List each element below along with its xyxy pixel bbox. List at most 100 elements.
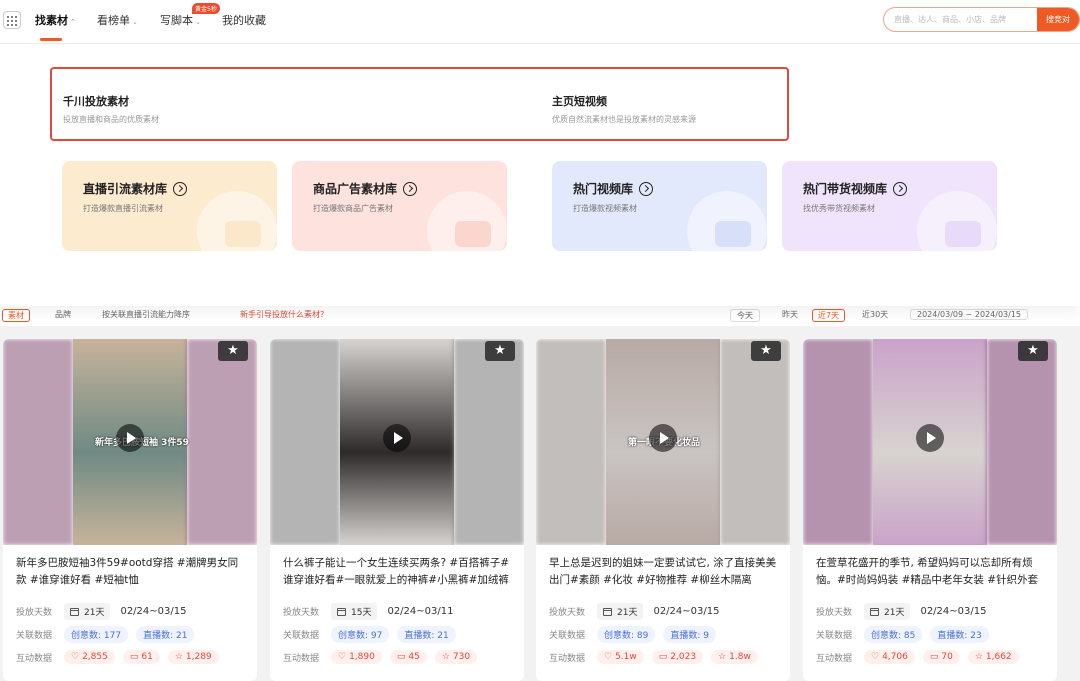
interact-row: 互动数据 ♡ 4,706 ▭ 70 ☆ 1,662 bbox=[816, 650, 1027, 664]
section-homepage-video[interactable]: 主页短视频 优质自然流素材也是投放素材的灵感来源 bbox=[552, 93, 696, 125]
favorite-star-icon[interactable]: ★ bbox=[218, 341, 248, 361]
related-label: 关联数据 bbox=[816, 631, 853, 641]
live-count[interactable]: 直播数: 21 bbox=[397, 626, 456, 643]
flame-icon bbox=[715, 221, 751, 247]
comments-count: ▭ 45 bbox=[389, 650, 427, 664]
comments-count: ▭ 70 bbox=[922, 650, 960, 664]
card-title[interactable]: 新年多巴胺短袖3件59#ootd穿搭 #潮牌男女同款 #谁穿谁好看 #短袖t恤 bbox=[16, 555, 248, 589]
favorites-count: ☆ 1,289 bbox=[167, 650, 219, 664]
video-camera-icon bbox=[225, 221, 261, 247]
comment-icon: ▭ bbox=[658, 652, 668, 662]
nav-write-script[interactable]: 写脚本 ⌄ bbox=[160, 12, 201, 28]
filter-last7[interactable]: 近7天 bbox=[812, 309, 846, 322]
library-title: 热门带货视频库 bbox=[803, 182, 888, 196]
days-value: 21天 bbox=[617, 608, 638, 618]
filter-last30[interactable]: 近30天 bbox=[862, 309, 888, 320]
days-label: 投放天数 bbox=[16, 608, 53, 618]
material-card[interactable]: ★ 在萱草花盛开的季节, 希望妈妈可以忘却所有烦恼。#时尚妈妈装 #精品中老年女… bbox=[803, 339, 1057, 681]
calendar-icon bbox=[337, 607, 346, 616]
comments-value: 70 bbox=[941, 652, 953, 662]
date-range[interactable]: 2024/03/09 ~ 2024/03/15 bbox=[910, 309, 1029, 320]
favs-value: 1,662 bbox=[985, 652, 1012, 662]
creative-count[interactable]: 创意数: 85 bbox=[864, 626, 923, 643]
likes-value: 4,706 bbox=[882, 652, 908, 662]
star-outline-icon: ☆ bbox=[718, 652, 727, 662]
nav-label: 找素材 bbox=[35, 14, 68, 27]
library-product-ads[interactable]: 商品广告素材库 打造爆款商品广告素材 bbox=[292, 161, 507, 251]
card-title[interactable]: 什么裤子能让一个女生连续买两条? #百搭裤子#谁穿谁好看#一眼就爱上的神裤#小黑… bbox=[283, 555, 515, 589]
favorite-star-icon[interactable]: ★ bbox=[1018, 341, 1048, 361]
play-icon[interactable] bbox=[916, 424, 944, 452]
favs-value: 1,289 bbox=[185, 652, 212, 662]
nav-find-material[interactable]: 找素材 ⌃ bbox=[35, 12, 76, 28]
thumbnail-shade bbox=[987, 339, 1057, 545]
guide-link[interactable]: 新手引导投放什么素材? bbox=[240, 309, 324, 320]
card-title[interactable]: 在萱草花盛开的季节, 希望妈妈可以忘却所有烦恼。#时尚妈妈装 #精品中老年女装 … bbox=[816, 555, 1048, 589]
section-qianchuan[interactable]: 千川投放素材 投放直播和商品的优质素材 bbox=[63, 93, 159, 125]
tab-material[interactable]: 素材 bbox=[2, 309, 30, 322]
library-live-traffic[interactable]: 直播引流素材库 打造爆款直播引流素材 bbox=[62, 161, 277, 251]
library-title: 直播引流素材库 bbox=[83, 182, 168, 196]
library-subtitle: 打造爆款视频素材 bbox=[573, 204, 637, 213]
likes-count: ♡ 1,890 bbox=[331, 650, 382, 664]
interact-row: 互动数据 ♡ 5.1w ▭ 2,023 ☆ 1.8w bbox=[549, 650, 766, 664]
date-range-value: 02/24~03/15 bbox=[120, 606, 187, 617]
nav-rankings[interactable]: 看榜单 ⌄ bbox=[97, 12, 138, 28]
days-badge: 15天 bbox=[331, 603, 378, 620]
days-badge: 21天 bbox=[864, 603, 911, 620]
favorite-star-icon[interactable]: ★ bbox=[751, 341, 781, 361]
creative-count[interactable]: 创意数: 97 bbox=[331, 626, 390, 643]
nav-active-indicator bbox=[40, 38, 62, 41]
card-title[interactable]: 早上总是迟到的姐妹一定要试试它, 涂了直接美美出门#素颜 #化妆 #好物推荐 #… bbox=[549, 555, 781, 589]
material-card[interactable]: ★ 什么裤子能让一个女生连续买两条? #百搭裤子#谁穿谁好看#一眼就爱上的神裤#… bbox=[270, 339, 524, 681]
favorite-star-icon[interactable]: ★ bbox=[485, 341, 515, 361]
creative-count[interactable]: 创意数: 177 bbox=[64, 626, 129, 643]
video-thumbnail[interactable]: ★ bbox=[270, 339, 524, 545]
play-icon[interactable] bbox=[649, 424, 677, 452]
material-card[interactable]: 新年多巴胺短袖 3件59 ★ 新年多巴胺短袖3件59#ootd穿搭 #潮牌男女同… bbox=[3, 339, 257, 681]
star-outline-icon: ☆ bbox=[441, 652, 450, 662]
comments-count: ▭ 2,023 bbox=[651, 650, 704, 664]
comments-count: ▭ 61 bbox=[122, 650, 160, 664]
comment-icon: ▭ bbox=[396, 652, 406, 662]
play-icon[interactable] bbox=[383, 424, 411, 452]
calendar-icon bbox=[70, 607, 79, 616]
search-competitor-button[interactable]: 搜竞对 bbox=[1037, 8, 1079, 31]
material-card[interactable]: 第一眼不要化妆品 ★ 早上总是迟到的姐妹一定要试试它, 涂了直接美美出门#素颜 … bbox=[536, 339, 790, 681]
nav-favorites[interactable]: 我的收藏 bbox=[222, 12, 266, 28]
filter-today[interactable]: 今天 bbox=[730, 309, 760, 322]
video-thumbnail[interactable]: 新年多巴胺短袖 3件59 ★ bbox=[3, 339, 257, 545]
thumbnail-shade bbox=[803, 339, 873, 545]
library-hot-selling-videos[interactable]: 热门带货视频库 找优秀带货视频素材 bbox=[782, 161, 997, 251]
interact-label: 互动数据 bbox=[549, 653, 586, 664]
live-count[interactable]: 直播数: 23 bbox=[930, 626, 989, 643]
library-subtitle: 打造爆款商品广告素材 bbox=[313, 204, 393, 213]
favs-value: 730 bbox=[452, 652, 471, 662]
interact-label: 互动数据 bbox=[16, 653, 53, 664]
apps-grid-icon[interactable] bbox=[3, 11, 21, 29]
play-icon[interactable] bbox=[116, 424, 144, 452]
comments-value: 2,023 bbox=[670, 652, 697, 662]
tab-brand[interactable]: 品牌 bbox=[55, 309, 71, 320]
creative-count[interactable]: 创意数: 89 bbox=[597, 626, 656, 643]
likes-value: 2,855 bbox=[82, 652, 108, 662]
thumbnail-shade bbox=[536, 339, 606, 545]
live-count[interactable]: 直播数: 21 bbox=[136, 626, 195, 643]
live-count[interactable]: 直播数: 9 bbox=[663, 626, 716, 643]
interact-row: 互动数据 ♡ 2,855 ▭ 61 ☆ 1,289 bbox=[16, 650, 227, 664]
interact-label: 互动数据 bbox=[816, 653, 853, 664]
sort-select[interactable]: 按关联直播引流能力降序 bbox=[102, 309, 190, 320]
library-hot-videos[interactable]: 热门视频库 打造爆款视频素材 bbox=[552, 161, 767, 251]
library-subtitle: 打造爆款直播引流素材 bbox=[83, 204, 163, 213]
search-input[interactable] bbox=[894, 8, 1034, 31]
nav-label: 看榜单 bbox=[97, 14, 130, 27]
video-thumbnail[interactable]: 第一眼不要化妆品 ★ bbox=[536, 339, 790, 545]
related-label: 关联数据 bbox=[16, 631, 53, 641]
star-outline-icon: ☆ bbox=[974, 652, 983, 662]
favorites-count: ☆ 1.8w bbox=[711, 650, 758, 664]
thumbnail-shade bbox=[270, 339, 340, 545]
heart-icon: ♡ bbox=[871, 652, 880, 662]
comments-value: 61 bbox=[141, 652, 153, 662]
video-thumbnail[interactable]: ★ bbox=[803, 339, 1057, 545]
filter-yesterday[interactable]: 昨天 bbox=[782, 309, 798, 320]
